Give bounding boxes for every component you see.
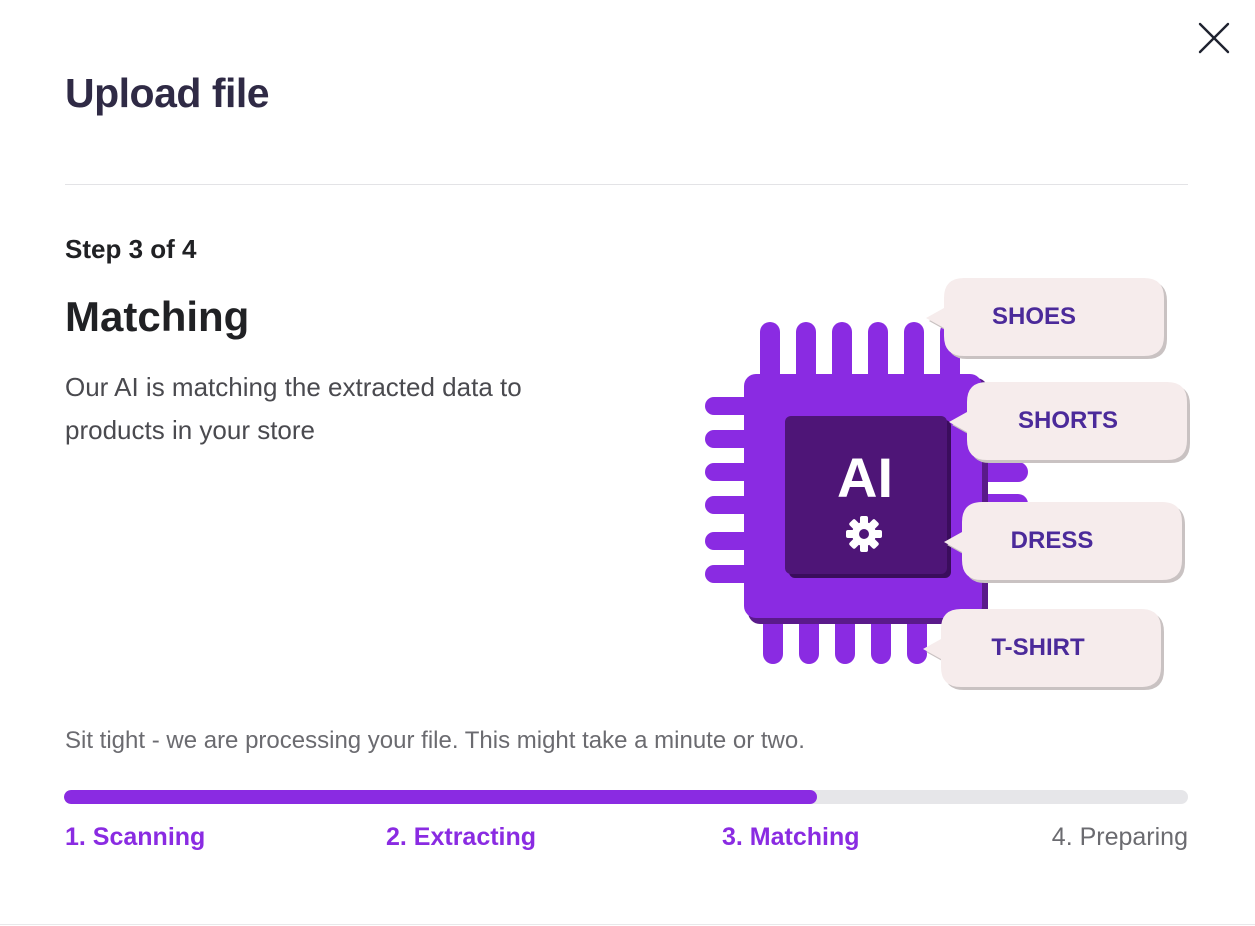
chip-label: AI: [837, 446, 893, 509]
tag-shorts-label: SHORTS: [1018, 407, 1118, 434]
tag-shoes-label: SHOES: [992, 303, 1076, 330]
tag-dress-label: DRESS: [1011, 527, 1094, 554]
stage-matching: 3. Matching: [722, 823, 860, 851]
close-icon[interactable]: [1197, 21, 1231, 55]
tag-shoes: SHOES: [926, 278, 1167, 359]
header-divider: [65, 184, 1188, 185]
progress-bar-fill: [64, 790, 818, 804]
tag-tshirt: T-SHIRT: [923, 609, 1164, 690]
tag-dress: DRESS: [944, 502, 1185, 583]
tag-shorts: SHORTS: [949, 382, 1190, 463]
processing-message: Sit tight - we are processing your file.…: [65, 727, 805, 754]
progress-bar: [64, 790, 1188, 804]
upload-file-modal: Upload file Step 3 of 4 Matching Our AI …: [0, 0, 1255, 926]
close-button[interactable]: [1195, 19, 1233, 57]
step-counter: Step 3 of 4: [65, 234, 197, 264]
step-description: Our AI is matching the extracted data to…: [65, 372, 522, 445]
footer-divider: [0, 924, 1255, 925]
step-title: Matching: [65, 293, 250, 340]
modal-title: Upload file: [65, 70, 270, 116]
stage-preparing: 4. Preparing: [1051, 823, 1188, 851]
stage-scanning: 1. Scanning: [65, 823, 206, 851]
stage-extracting: 2. Extracting: [386, 823, 537, 851]
tag-tshirt-label: T-SHIRT: [991, 634, 1085, 661]
ai-chip-illustration: AI SHOES SHORTS DRESS T-SHIRT: [705, 278, 1190, 690]
gear-icon: [846, 516, 882, 552]
